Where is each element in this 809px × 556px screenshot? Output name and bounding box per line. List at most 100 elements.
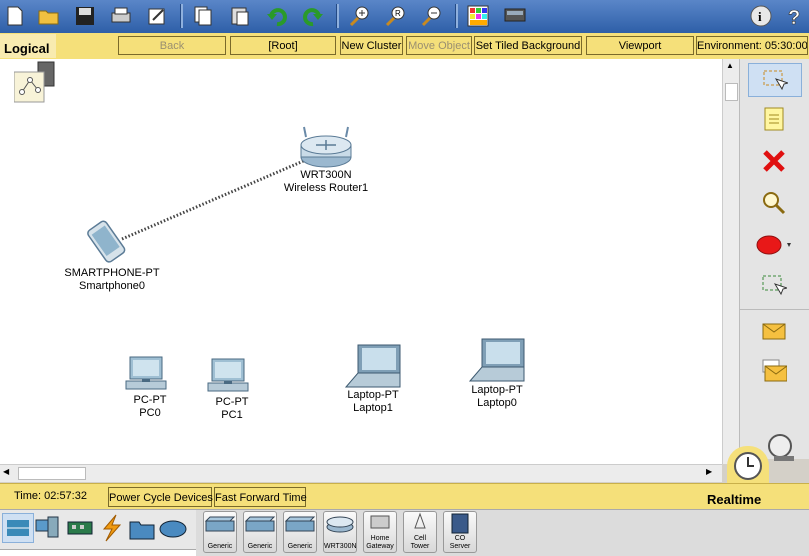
miscellaneous-icon[interactable]: [128, 514, 156, 542]
smartphone-icon: [87, 220, 126, 263]
device-wrt300n[interactable]: WRT300N: [323, 511, 357, 553]
device-co-server[interactable]: CO Server: [443, 511, 477, 553]
multiuser-cloud-icon[interactable]: [158, 514, 188, 542]
zoom-reset-icon[interactable]: R: [382, 4, 408, 28]
environment-button[interactable]: Environment: 05:30:00: [696, 36, 808, 55]
new-cluster-button[interactable]: New Cluster: [340, 36, 403, 55]
logical-workspace[interactable]: WRT300N Wireless Router1 SMARTPHONE-PT S…: [0, 59, 722, 464]
select-icon: [763, 70, 788, 91]
realtime-tab[interactable]: Realtime: [707, 492, 761, 507]
horizontal-scroll-thumb[interactable]: [18, 467, 86, 480]
laptop0-label: Laptop-PT Laptop0: [471, 384, 522, 410]
simulation-icon[interactable]: [760, 432, 800, 462]
add-complex-pdu-tool[interactable]: [748, 355, 800, 387]
back-button[interactable]: Back: [118, 36, 226, 55]
fast-forward-time-button[interactable]: Fast Forward Time: [214, 487, 307, 507]
note-icon: [764, 107, 784, 131]
device-label: Home Gateway: [366, 535, 394, 550]
viewport-button[interactable]: Viewport: [586, 36, 694, 55]
smartphone-label: SMARTPHONE-PT Smartphone0: [64, 267, 159, 293]
pc1-model: PC-PT: [215, 396, 249, 408]
pc1-icon: [207, 358, 249, 392]
custom-device-icon[interactable]: [502, 4, 528, 28]
device-label: WRT300N: [324, 543, 357, 550]
wireless-router-icon: [300, 126, 352, 168]
vertical-scroll-thumb[interactable]: [725, 83, 738, 101]
svg-text:?: ?: [788, 7, 800, 27]
device-label: Generic: [247, 543, 273, 550]
device-label: Generic: [287, 543, 313, 550]
delete-tool[interactable]: [748, 145, 800, 177]
simple-pdu-icon: [762, 323, 786, 340]
activity-wizard-icon[interactable]: [144, 4, 170, 28]
scroll-right-icon[interactable]: ▶: [706, 467, 712, 476]
device-generic-2[interactable]: Generic: [243, 511, 277, 553]
resize-icon: [762, 275, 787, 296]
root-button[interactable]: [Root]: [230, 36, 336, 55]
select-tool[interactable]: [748, 63, 802, 97]
main-toolbar: R i ?: [0, 0, 809, 33]
device-categories: [0, 510, 196, 556]
laptop1-label: Laptop-PT Laptop1: [347, 389, 398, 415]
laptop1-name: Laptop1: [353, 402, 393, 414]
tool-panel: [739, 59, 809, 459]
svg-text:i: i: [758, 9, 762, 24]
pc1-name: PC1: [221, 409, 243, 421]
pc0-model: PC-PT: [133, 394, 167, 406]
red-ellipse-icon: [756, 235, 791, 255]
components-icon[interactable]: [66, 514, 94, 542]
open-folder-icon[interactable]: [36, 4, 62, 28]
workspace-bar: Back [Root] New Cluster Move Object Set …: [0, 33, 809, 60]
end-devices-icon[interactable]: [34, 514, 62, 542]
magnifier-icon: [763, 192, 786, 215]
help-icon[interactable]: ?: [782, 4, 808, 28]
draw-shape-tool[interactable]: [748, 229, 800, 261]
vertical-scrollbar[interactable]: ▲: [722, 59, 739, 464]
laptop0-name: Laptop0: [477, 397, 517, 409]
inspect-tool[interactable]: [748, 187, 800, 219]
logical-tab[interactable]: Logical: [0, 34, 56, 58]
zoom-out-icon[interactable]: [418, 4, 444, 28]
info-icon[interactable]: i: [748, 4, 774, 28]
connections-icon[interactable]: [98, 514, 126, 542]
device-generic-1[interactable]: Generic: [203, 511, 237, 553]
device-label: Generic: [207, 543, 233, 550]
device-cell-tower[interactable]: Cell Tower: [403, 511, 437, 553]
wireless-link: [121, 157, 309, 241]
new-file-icon[interactable]: [2, 4, 28, 28]
router-model: WRT300N: [300, 169, 352, 181]
router-name: Wireless Router1: [283, 182, 369, 194]
network-devices-icon[interactable]: [2, 513, 34, 543]
power-cycle-devices-button[interactable]: Power Cycle Devices: [108, 487, 213, 507]
horizontal-scrollbar[interactable]: ◀ ▶: [0, 464, 722, 482]
copy-icon[interactable]: [190, 4, 216, 28]
device-generic-3[interactable]: Generic: [283, 511, 317, 553]
print-icon[interactable]: [108, 4, 134, 28]
move-object-button[interactable]: Move Object: [406, 36, 472, 55]
set-tiled-background-button[interactable]: Set Tiled Background: [474, 36, 582, 55]
redo-icon[interactable]: [300, 4, 326, 28]
save-icon[interactable]: [72, 4, 98, 28]
undo-icon[interactable]: [264, 4, 290, 28]
device-label: CO Server: [449, 535, 471, 550]
pc0-name: PC0: [139, 407, 161, 419]
laptop1-icon: [344, 344, 401, 388]
resize-shape-tool[interactable]: [748, 269, 800, 301]
paste-icon[interactable]: [227, 4, 253, 28]
logical-navigation-icon[interactable]: [13, 60, 56, 104]
router-label: WRT300N Wireless Router1: [284, 169, 368, 195]
smartphone-model: SMARTPHONE-PT: [64, 267, 160, 279]
place-note-tool[interactable]: [748, 103, 800, 135]
device-home-gateway[interactable]: Home Gateway: [363, 511, 397, 553]
scroll-up-icon[interactable]: ▲: [726, 61, 734, 70]
palette-icon[interactable]: [465, 4, 491, 28]
pc1-label: PC-PT PC1: [216, 396, 249, 422]
device-label: Cell Tower: [410, 535, 430, 550]
laptop0-icon: [468, 338, 525, 382]
svg-text:R: R: [395, 9, 401, 18]
zoom-in-icon[interactable]: [346, 4, 372, 28]
delete-icon: [763, 150, 785, 172]
add-simple-pdu-tool[interactable]: [748, 315, 800, 347]
status-bar: Time: 02:57:32 Power Cycle Devices Fast …: [0, 483, 809, 510]
scroll-left-icon[interactable]: ◀: [3, 467, 9, 476]
